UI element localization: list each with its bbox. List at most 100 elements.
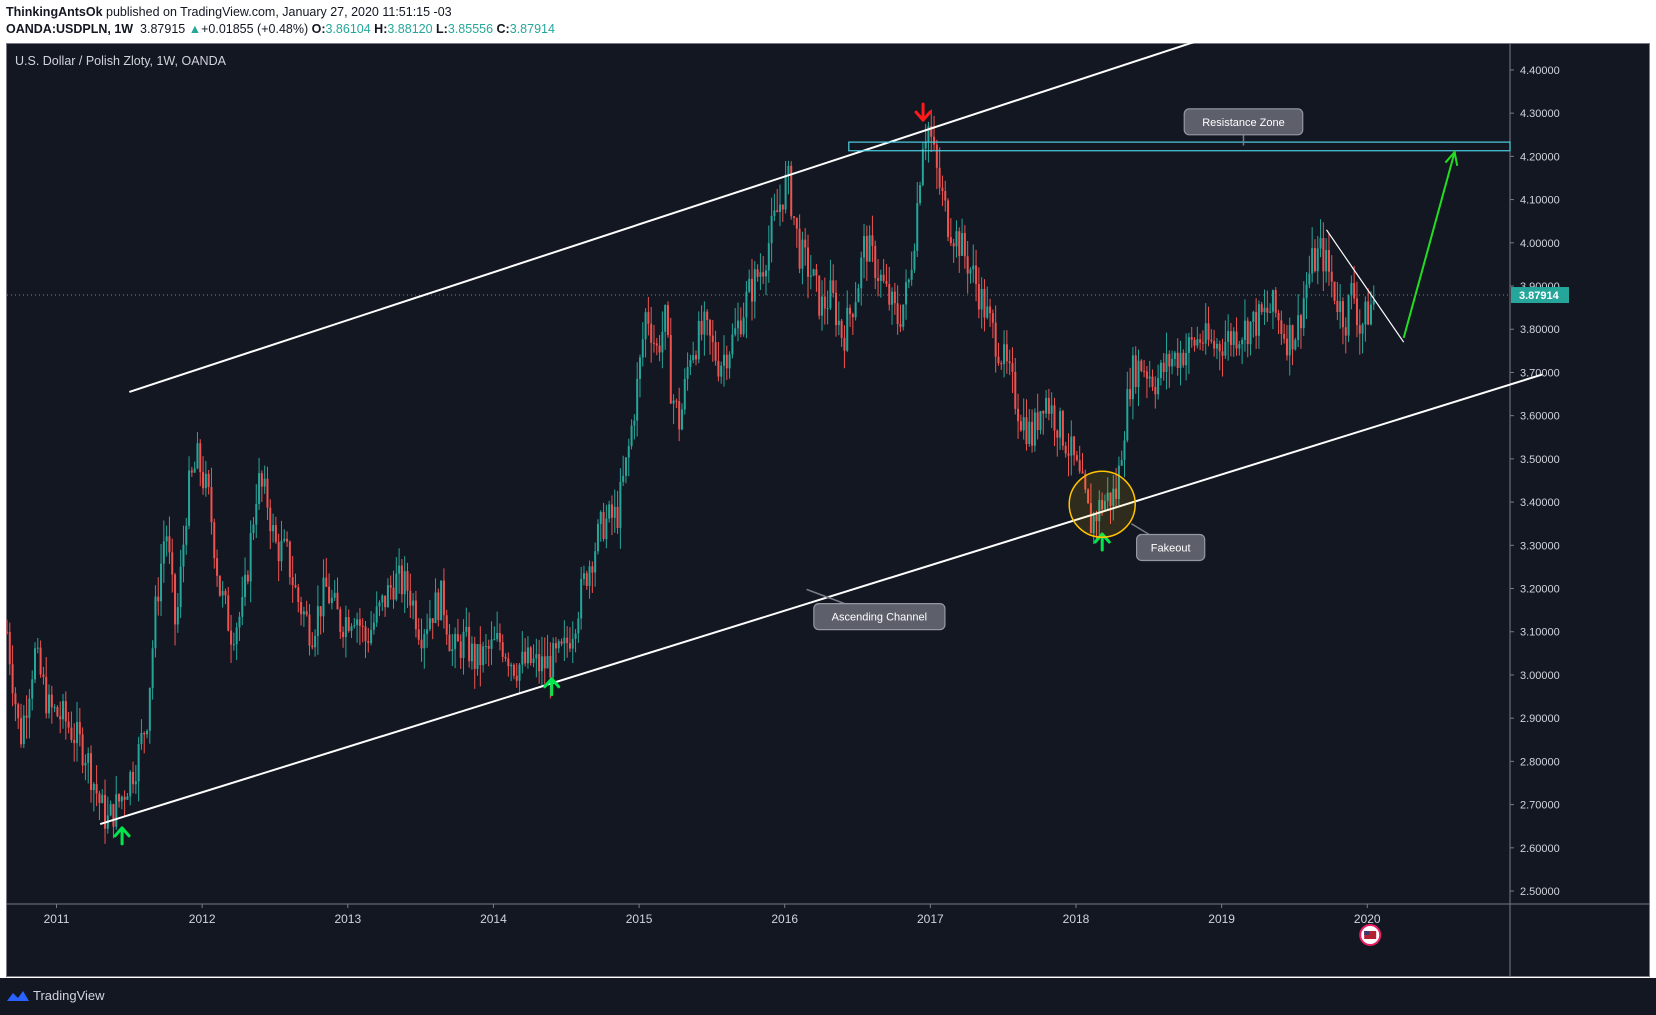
candle-body: [1299, 315, 1302, 329]
candle-body: [952, 243, 955, 247]
candle-body: [59, 716, 62, 720]
x-tick-label: 2011: [44, 912, 70, 926]
candle-body: [913, 250, 916, 270]
candle-body: [1154, 386, 1157, 395]
candle-body: [78, 721, 81, 735]
candle-body: [675, 400, 678, 402]
candle-body: [1207, 323, 1210, 340]
candle-body: [92, 784, 95, 791]
candle-body: [591, 566, 594, 573]
candle-body: [224, 590, 227, 596]
candle-body: [67, 721, 70, 728]
candle-body: [1120, 460, 1123, 466]
candle-body: [204, 473, 207, 489]
candle-body: [1173, 352, 1176, 359]
candle-body: [445, 615, 448, 635]
candle-body: [1364, 301, 1367, 325]
candle-body: [1126, 389, 1129, 441]
candle-body: [622, 475, 625, 482]
candle-body: [1241, 340, 1244, 345]
candle-body: [955, 231, 958, 247]
candle-body: [843, 337, 846, 351]
candle-body: [266, 478, 269, 508]
x-tick-label: 2019: [1208, 912, 1235, 926]
candle-body: [115, 794, 118, 827]
candle-body: [370, 629, 373, 644]
tradingview-brand[interactable]: TradingView: [33, 988, 105, 1003]
candle-body: [465, 626, 468, 632]
candle-body: [666, 305, 669, 336]
tradingview-logo-icon[interactable]: [6, 988, 30, 1004]
candle-body: [809, 275, 812, 277]
y-tick-label: 3.60000: [1520, 411, 1560, 423]
candle-body: [1294, 339, 1297, 350]
candle-body: [554, 643, 557, 649]
x-tick-label: 2013: [334, 912, 361, 926]
y-tick-label: 3.10000: [1520, 627, 1560, 639]
candle-body: [1269, 311, 1272, 313]
callout-label: Resistance Zone: [1202, 117, 1285, 129]
chart-canvas[interactable]: 2.50000 2.60000 2.70000 2.80000 2.90000 3.000…: [0, 0, 1656, 1015]
current-price-label: 3.87914: [1519, 290, 1560, 302]
candle-body: [193, 468, 196, 473]
candle-body: [283, 538, 286, 541]
candle-body: [353, 625, 356, 627]
candle-body: [804, 239, 807, 248]
candle-body: [395, 573, 398, 600]
candle-body: [669, 335, 672, 404]
candle-body: [207, 473, 210, 488]
candle-body: [644, 312, 647, 340]
candle-body: [812, 269, 815, 276]
candle-body: [896, 303, 899, 324]
candle-body: [938, 167, 941, 188]
y-tick-label: 2.70000: [1520, 800, 1560, 812]
candle-body: [255, 503, 258, 525]
candle-body: [879, 274, 882, 281]
candle-body: [272, 525, 275, 532]
candle-body: [655, 343, 658, 346]
candle-body: [689, 360, 692, 367]
candle-body: [291, 577, 294, 586]
candle-body: [241, 597, 244, 617]
candle-body: [182, 544, 185, 567]
candle-body: [81, 734, 84, 766]
candle-body: [437, 592, 440, 621]
candle-body: [235, 627, 238, 645]
candle-body: [1064, 445, 1067, 454]
x-tick-label: 2012: [189, 912, 216, 926]
candle-body: [888, 284, 891, 305]
candle-body: [269, 507, 272, 532]
candle-body: [1266, 307, 1269, 313]
y-tick-label: 3.70000: [1520, 367, 1560, 379]
candle-body: [496, 633, 499, 640]
candle-body: [300, 601, 303, 615]
candle-body: [17, 704, 20, 719]
channel-lower-line: [99, 373, 1543, 826]
candle-body: [1297, 315, 1300, 340]
candle-body: [1277, 312, 1280, 321]
candle-body: [832, 280, 835, 293]
channel-upper-line: [129, 0, 1326, 393]
candle-body: [1193, 339, 1196, 346]
candle-body: [456, 634, 459, 642]
y-tick-label: 2.90000: [1520, 713, 1560, 725]
candle-body: [1137, 360, 1140, 388]
candle-body: [160, 563, 163, 602]
candle-body: [694, 355, 697, 360]
candle-body: [826, 308, 829, 310]
candle-body: [442, 580, 445, 616]
candle-body: [372, 622, 375, 630]
candle-body: [877, 278, 880, 281]
candle-body: [288, 541, 291, 578]
candle-body: [1148, 376, 1151, 379]
candle-body: [605, 518, 608, 540]
candle-body: [1316, 248, 1319, 272]
candle-body: [1257, 304, 1260, 336]
candle-body: [154, 596, 157, 649]
candle-body: [1367, 301, 1370, 325]
candle-body: [849, 307, 852, 315]
candle-body: [997, 356, 1000, 364]
candle-body: [1291, 325, 1294, 350]
candle-body: [770, 216, 773, 244]
candle-body: [132, 771, 135, 785]
